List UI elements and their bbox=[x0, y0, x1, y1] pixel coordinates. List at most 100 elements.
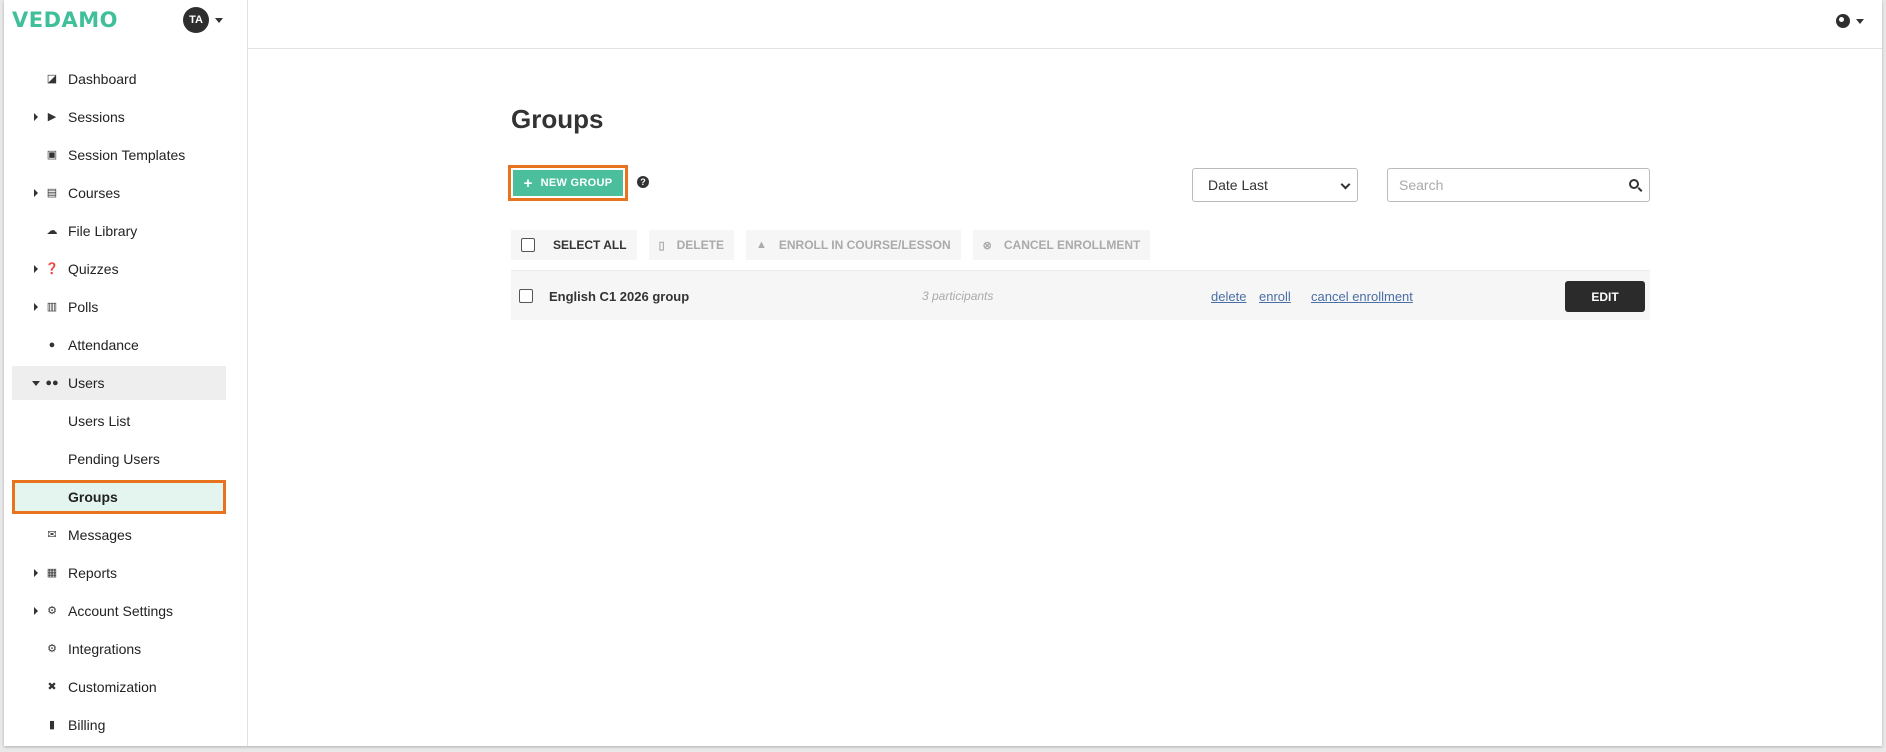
sidebar-item-label: Integrations bbox=[68, 641, 142, 657]
sidebar-item-file-library[interactable]: ☁ File Library bbox=[12, 214, 226, 248]
sidebar-item-integrations[interactable]: ⚙ Integrations bbox=[12, 632, 226, 666]
app-window: VEDAMO TA ◪ Dashboard ▶ Sessions ▣ Sessi… bbox=[4, 0, 1882, 746]
row-checkbox[interactable] bbox=[519, 289, 533, 303]
cancel-enrollment-button[interactable]: ⊗ CANCEL ENROLLMENT bbox=[972, 230, 1151, 260]
sidebar-item-label: Dashboard bbox=[68, 71, 137, 87]
select-all-button[interactable]: SELECT ALL bbox=[511, 230, 637, 260]
sidebar-item-label: Account Settings bbox=[68, 603, 174, 619]
sidebar-item-pending-users[interactable]: Pending Users bbox=[12, 442, 226, 476]
sidebar-item-reports[interactable]: ▦ Reports bbox=[12, 556, 226, 590]
close-circle-icon: ⊗ bbox=[982, 239, 992, 252]
sidebar-item-label: Users bbox=[68, 375, 105, 391]
question-circle-icon: ❓ bbox=[45, 262, 59, 275]
sort-select-value: Date Last bbox=[1208, 177, 1268, 193]
new-group-button[interactable]: + NEW GROUP bbox=[508, 165, 628, 201]
sidebar-item-account-settings[interactable]: ⚙ Account Settings bbox=[12, 594, 226, 628]
sidebar-item-label: Attendance bbox=[68, 337, 139, 353]
sidebar-item-label: Polls bbox=[68, 299, 99, 315]
tools-icon: ✖ bbox=[47, 680, 57, 693]
plus-icon: + bbox=[523, 174, 533, 192]
cloud-upload-icon: ☁ bbox=[46, 224, 58, 237]
sidebar-item-label: Customization bbox=[68, 679, 157, 695]
enroll-button[interactable]: ▲ ENROLL IN COURSE/LESSON bbox=[745, 230, 961, 260]
sidebar-nav: ◪ Dashboard ▶ Sessions ▣ Session Templat… bbox=[12, 62, 226, 746]
help-icon[interactable]: ? bbox=[637, 176, 649, 188]
report-icon: ▦ bbox=[46, 566, 58, 579]
avatar[interactable]: TA bbox=[183, 7, 209, 33]
delete-label: DELETE bbox=[676, 238, 724, 252]
sidebar-item-session-templates[interactable]: ▣ Session Templates bbox=[12, 138, 226, 172]
chevron-right-icon bbox=[34, 113, 38, 121]
sidebar-item-label: Reports bbox=[68, 565, 118, 581]
search-icon[interactable] bbox=[1629, 179, 1639, 189]
edit-button[interactable]: EDIT bbox=[1565, 281, 1645, 312]
sidebar-item-polls[interactable]: ▥ Polls bbox=[12, 290, 226, 324]
chevron-down-icon bbox=[215, 17, 223, 23]
template-icon: ▣ bbox=[46, 148, 58, 161]
chevron-right-icon bbox=[34, 303, 38, 311]
sort-select[interactable]: Date Last bbox=[1192, 168, 1358, 202]
chevron-down-icon bbox=[32, 381, 40, 386]
gear-icon: ⚙ bbox=[47, 604, 57, 617]
dashboard-icon: ◪ bbox=[46, 72, 58, 85]
vedamo-logo[interactable]: VEDAMO bbox=[12, 8, 118, 32]
chevron-down-icon bbox=[1856, 18, 1864, 24]
sidebar-item-sessions[interactable]: ▶ Sessions bbox=[12, 100, 226, 134]
graduation-cap-icon: ▲ bbox=[755, 239, 767, 251]
sidebar-item-label: Billing bbox=[68, 717, 106, 733]
user-menu[interactable]: TA bbox=[183, 7, 223, 33]
top-bar bbox=[248, 0, 1882, 49]
chevron-right-icon bbox=[34, 189, 38, 197]
sidebar-item-users[interactable]: ●● Users bbox=[12, 366, 226, 400]
sidebar-item-label: Messages bbox=[68, 527, 132, 543]
sidebar: VEDAMO TA ◪ Dashboard ▶ Sessions ▣ Sessi… bbox=[4, 0, 248, 746]
new-group-label: NEW GROUP bbox=[540, 177, 613, 189]
sidebar-item-groups[interactable]: Groups bbox=[12, 480, 226, 514]
cancel-enrollment-link[interactable]: cancel enrollment bbox=[1311, 289, 1413, 304]
search-input[interactable] bbox=[1399, 177, 1619, 193]
users-icon: ●● bbox=[45, 376, 59, 389]
enroll-label: ENROLL IN COURSE/LESSON bbox=[778, 238, 951, 252]
book-icon: ▤ bbox=[46, 186, 58, 199]
sidebar-item-label: File Library bbox=[68, 223, 138, 239]
select-all-checkbox[interactable] bbox=[521, 238, 535, 252]
page-title: Groups bbox=[511, 104, 604, 134]
delete-link[interactable]: delete bbox=[1211, 289, 1246, 304]
delete-button[interactable]: ▯ DELETE bbox=[648, 230, 734, 260]
cancel-enrollment-label: CANCEL ENROLLMENT bbox=[1003, 238, 1141, 252]
user-check-icon: ● bbox=[48, 338, 56, 351]
chevron-right-icon bbox=[34, 569, 38, 577]
language-menu[interactable] bbox=[1836, 14, 1864, 28]
globe-icon bbox=[1836, 14, 1850, 28]
sidebar-item-label: Groups bbox=[68, 489, 118, 505]
cogs-icon: ⚙ bbox=[47, 642, 57, 655]
group-name: English C1 2026 group bbox=[549, 289, 690, 304]
enroll-link[interactable]: enroll bbox=[1259, 289, 1291, 304]
sidebar-item-label: Pending Users bbox=[68, 451, 160, 467]
sidebar-item-billing[interactable]: ▮ Billing bbox=[12, 708, 226, 742]
chevron-down-icon bbox=[1340, 179, 1351, 190]
sidebar-item-label: Users List bbox=[68, 413, 131, 429]
sidebar-item-customization[interactable]: ✖ Customization bbox=[12, 670, 226, 704]
sidebar-item-label: Quizzes bbox=[68, 261, 119, 277]
trash-icon: ▯ bbox=[658, 239, 665, 252]
chevron-right-icon bbox=[34, 265, 38, 273]
sidebar-item-dashboard[interactable]: ◪ Dashboard bbox=[12, 62, 226, 96]
envelope-icon: ✉ bbox=[47, 528, 57, 541]
bar-chart-icon: ▥ bbox=[46, 300, 58, 313]
sidebar-item-label: Session Templates bbox=[68, 147, 186, 163]
sidebar-item-attendance[interactable]: ● Attendance bbox=[12, 328, 226, 362]
table-row: English C1 2026 group 3 participants del… bbox=[511, 270, 1650, 320]
file-invoice-icon: ▮ bbox=[48, 718, 56, 731]
select-all-label: SELECT ALL bbox=[553, 238, 627, 252]
group-action-toolbar: SELECT ALL ▯ DELETE ▲ ENROLL IN COURSE/L… bbox=[511, 230, 1151, 260]
sidebar-item-label: Sessions bbox=[68, 109, 125, 125]
sidebar-item-users-list[interactable]: Users List bbox=[12, 404, 226, 438]
sidebar-item-quizzes[interactable]: ❓ Quizzes bbox=[12, 252, 226, 286]
sidebar-item-label: Courses bbox=[68, 185, 121, 201]
search-box bbox=[1387, 168, 1650, 202]
main-content: Groups + NEW GROUP ? Date Last SELECT AL… bbox=[248, 50, 1882, 746]
sidebar-item-courses[interactable]: ▤ Courses bbox=[12, 176, 226, 210]
sidebar-item-messages[interactable]: ✉ Messages bbox=[12, 518, 226, 552]
chevron-right-icon bbox=[34, 607, 38, 615]
